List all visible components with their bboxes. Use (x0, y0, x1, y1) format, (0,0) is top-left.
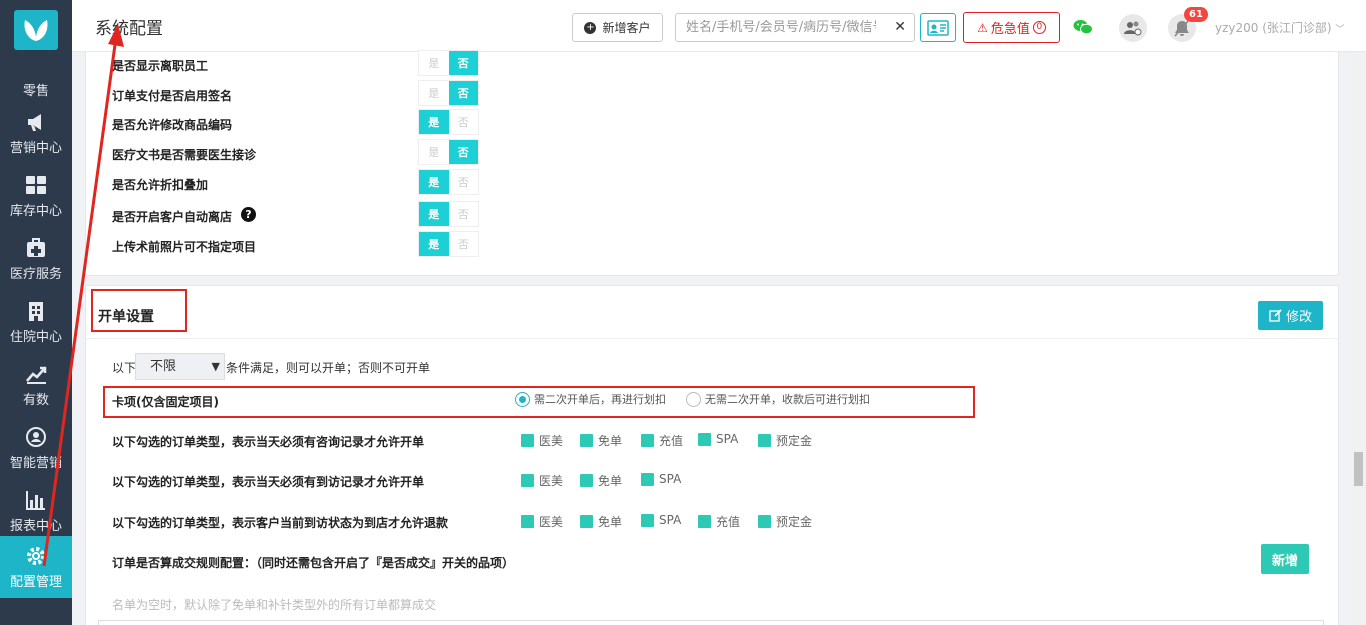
checkbox-checked-icon (521, 515, 534, 528)
alert-flask-icon: ⚠ (977, 20, 988, 35)
annotation-arrow (42, 24, 124, 567)
toggle-yes[interactable]: 是 (419, 51, 449, 75)
checkbox-label: 免单 (598, 434, 623, 448)
order-type-checkbox[interactable]: 充值 (698, 513, 740, 530)
modify-button[interactable]: 修改 (1258, 301, 1323, 330)
order-type-checkbox[interactable]: 医美 (521, 472, 563, 489)
checkbox-label: 医美 (539, 515, 564, 529)
checkbox-checked-icon (641, 472, 654, 486)
yes-no-toggle[interactable]: 是否 (418, 169, 479, 195)
checkbox-checked-icon (758, 515, 771, 528)
order-type-checkbox[interactable]: 预定金 (758, 432, 812, 449)
new-customer-button[interactable]: + 新增客户 (572, 13, 663, 42)
plus-icon: + (584, 21, 597, 34)
checkbox-label: 充值 (659, 434, 684, 448)
checkbox-label: SPA (659, 472, 682, 486)
order-type-checkbox[interactable]: 充值 (641, 432, 683, 449)
toggle-no[interactable]: 否 (448, 202, 478, 226)
notification-badge: 61 (1184, 7, 1208, 22)
toggle-yes[interactable]: 是 (419, 170, 449, 194)
checkbox-checked-icon (758, 434, 771, 447)
checkbox-label: 预定金 (776, 434, 813, 448)
order-type-checkbox[interactable]: 医美 (521, 432, 563, 449)
checkbox-checked-icon (580, 474, 593, 487)
toggle-yes[interactable]: 是 (419, 140, 449, 164)
add-rule-button[interactable]: 新增 (1261, 544, 1309, 574)
checkbox-checked-icon (521, 474, 534, 487)
users-icon (1124, 21, 1142, 36)
yes-no-toggle[interactable]: 是否 (418, 139, 479, 165)
checkbox-label: 医美 (539, 474, 564, 488)
deal-rule-table (98, 620, 1324, 625)
toggle-no[interactable]: 否 (448, 170, 478, 194)
wechat-icon (1073, 20, 1093, 35)
toggle-yes[interactable]: 是 (419, 81, 449, 105)
clear-search-icon[interactable]: ✕ (894, 19, 906, 35)
checkbox-checked-icon (698, 432, 711, 446)
toggle-yes[interactable]: 是 (419, 202, 449, 226)
scrollbar[interactable] (1351, 52, 1366, 625)
checkbox-label: SPA (659, 513, 682, 527)
order-type-checkbox[interactable]: 免单 (580, 472, 622, 489)
toggle-no[interactable]: 否 (448, 110, 478, 134)
checkbox-label: 免单 (598, 515, 623, 529)
wechat-button[interactable] (1070, 14, 1096, 40)
customer-group-button[interactable] (1119, 14, 1147, 42)
order-type-checkbox[interactable]: 预定金 (758, 513, 812, 530)
checkbox-label: 预定金 (776, 515, 813, 529)
yes-no-toggle[interactable]: 是否 (418, 50, 479, 76)
order-type-checkbox[interactable]: SPA (698, 432, 738, 446)
edit-icon (1269, 309, 1282, 322)
toggle-yes[interactable]: 是 (419, 232, 449, 256)
modify-button-label: 修改 (1285, 310, 1312, 325)
toggle-no[interactable]: 否 (448, 140, 478, 164)
yes-no-toggle[interactable]: 是否 (418, 201, 479, 227)
order-settings-panel (85, 285, 1339, 625)
order-type-checkbox[interactable]: SPA (641, 513, 681, 527)
user-menu[interactable]: yzy200 (张江门诊部) ﹀ (1215, 19, 1344, 36)
checkbox-checked-icon (641, 434, 654, 447)
toggle-yes[interactable]: 是 (419, 110, 449, 134)
search-input[interactable] (676, 14, 876, 41)
customer-search: ✕ (675, 13, 915, 42)
checkbox-label: 充值 (716, 515, 741, 529)
checkbox-checked-icon (521, 434, 534, 447)
general-settings-panel (85, 52, 1339, 276)
order-type-checkbox[interactable]: SPA (641, 472, 681, 486)
scrollbar-thumb[interactable] (1354, 452, 1363, 486)
checkbox-checked-icon (580, 515, 593, 528)
checkbox-checked-icon (580, 434, 593, 447)
yes-no-toggle[interactable]: 是否 (418, 231, 479, 257)
limit-suffix: 条件满足，则可以开单；否则不可开单 (226, 361, 431, 375)
checkbox-checked-icon (698, 515, 711, 528)
order-type-checkbox[interactable]: 医美 (521, 513, 563, 530)
order-type-checkbox[interactable]: 免单 (580, 513, 622, 530)
critical-value-label: 危急值 (990, 22, 1030, 37)
toggle-no[interactable]: 否 (448, 51, 478, 75)
checkbox-label: 免单 (598, 474, 623, 488)
toggle-no[interactable]: 否 (448, 232, 478, 256)
checkbox-label: 医美 (539, 434, 564, 448)
divider (86, 338, 1338, 339)
critical-value-count: 0 (1032, 21, 1046, 34)
annotation-box-card-row (103, 386, 975, 418)
chevron-down-icon: ﹀ (1335, 25, 1345, 35)
chevron-down-icon: ▼ (211, 360, 220, 373)
help-icon[interactable]: ? (241, 207, 256, 222)
top-header: 系统配置 + 新增客户 ✕ ⚠ 危急值 0 61 yzy200 (张江门诊部) … (72, 0, 1366, 52)
checkbox-checked-icon (641, 513, 654, 527)
order-type-checkbox[interactable]: 免单 (580, 432, 622, 449)
bell-off-icon (1174, 19, 1190, 37)
yes-no-toggle[interactable]: 是否 (418, 109, 479, 135)
checkbox-label: SPA (716, 432, 739, 446)
id-card-button[interactable] (920, 13, 956, 42)
id-card-icon (927, 19, 949, 36)
yes-no-toggle[interactable]: 是否 (418, 80, 479, 106)
user-name: yzy200 (张江门诊部) (1215, 21, 1332, 35)
critical-value-button[interactable]: ⚠ 危急值 0 (963, 12, 1060, 43)
toggle-no[interactable]: 否 (448, 81, 478, 105)
new-customer-label: 新增客户 (602, 21, 651, 35)
